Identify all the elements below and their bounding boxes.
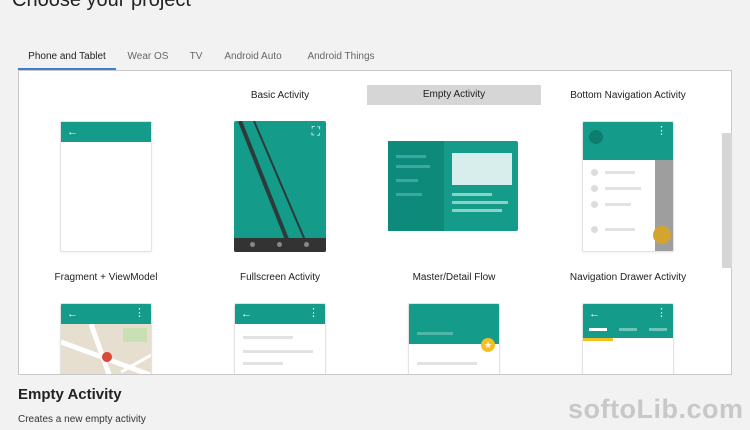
template-label-master-detail-flow[interactable]: Master/Detail Flow [379,268,529,288]
back-arrow-icon: ← [589,308,600,320]
tab-tv[interactable]: TV [184,44,208,70]
overflow-menu-icon: ⋮ [308,307,319,319]
fullscreen-icon: ⛶ [311,124,320,138]
back-arrow-icon: ← [241,308,252,320]
header-area: ⋮ [583,122,673,160]
template-card-empty-activity[interactable] [388,141,518,231]
watermark-logo: softoLib.com [568,394,744,424]
tab-phone-and-tablet[interactable]: Phone and Tablet [18,44,116,70]
template-label-fragment-viewmodel[interactable]: Fragment + ViewModel [31,268,181,288]
template-label-bottom-navigation-activity[interactable]: Bottom Navigation Activity [551,86,705,106]
page-title: Choose your project [12,0,191,11]
side-pane [388,141,444,231]
nav-bar [234,238,326,252]
diagonal-lines-icon [238,121,311,252]
overflow-menu-icon: ⋮ [134,307,145,319]
template-label-empty-activity[interactable]: Empty Activity [367,85,541,105]
tab-indicator [583,338,613,341]
grid-scrollbar[interactable] [722,133,732,268]
submit-button-preview [291,374,321,375]
content-block [452,153,512,185]
tab-android-auto[interactable]: Android Auto [218,44,288,70]
template-card-master-detail[interactable]: ★ [408,303,500,374]
tab-android-things[interactable]: Android Things [302,44,380,70]
selected-template-name: Empty Activity [18,386,122,403]
template-grid: Basic Activity Empty Activity Bottom Nav… [18,70,732,375]
back-arrow-icon: ← [67,126,78,138]
overflow-menu-icon: ⋮ [656,125,667,137]
fab-button [653,226,671,244]
template-card-navigation-drawer[interactable]: ← ⋮ [582,303,674,374]
map-view [61,324,151,374]
template-card-no-activity[interactable]: ← [60,121,152,252]
overflow-menu-icon: ⋮ [656,307,667,319]
tab-wear-os[interactable]: Wear OS [122,44,174,70]
template-card-fullscreen-preview[interactable]: ⛶ [234,121,326,252]
template-card-maps[interactable]: ← ⋮ [60,303,152,374]
template-label-fullscreen-activity[interactable]: Fullscreen Activity [205,268,355,288]
template-card-bottom-navigation[interactable]: ⋮ [582,121,674,252]
template-card-login[interactable]: ← ⋮ [234,303,326,375]
selected-template-description: Creates a new empty activity [18,414,146,425]
back-arrow-icon: ← [67,308,78,320]
template-label-navigation-drawer-activity[interactable]: Navigation Drawer Activity [551,268,705,288]
header-area: ← ⋮ [583,304,673,338]
star-icon: ★ [481,338,495,352]
template-label-basic-activity[interactable]: Basic Activity [205,86,355,106]
